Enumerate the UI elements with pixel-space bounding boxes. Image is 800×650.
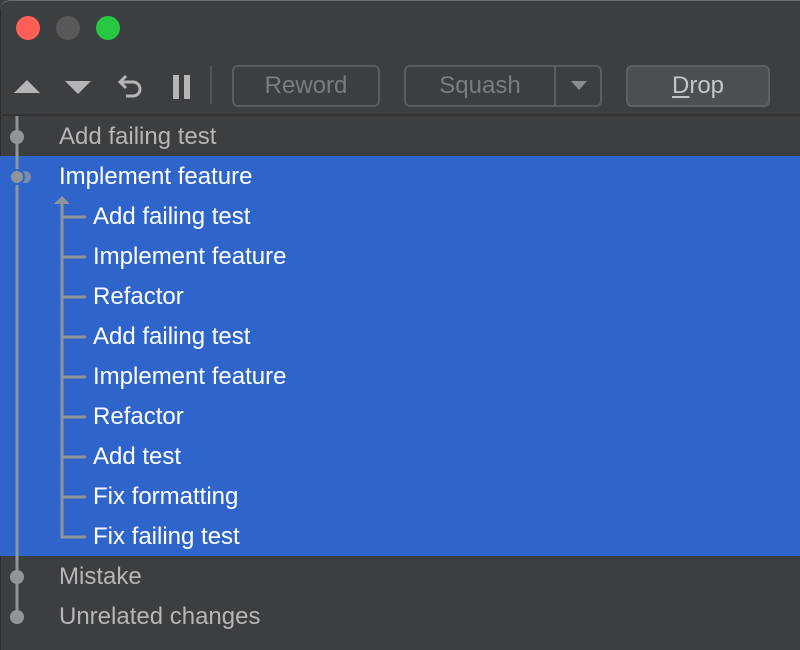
commit-list: Add failing test Implement feature Add f…	[0, 116, 800, 650]
title-bar	[0, 0, 800, 56]
triangle-down-icon	[65, 81, 91, 94]
commit-label: Refactor	[93, 403, 184, 430]
squash-button[interactable]: Squash	[404, 65, 602, 107]
drop-button[interactable]: Drop	[626, 65, 770, 107]
squashed-commit-row[interactable]: Add failing test	[0, 316, 800, 356]
triangle-up-icon	[14, 80, 40, 93]
squashed-commit-row[interactable]: Add failing test	[0, 196, 800, 236]
move-up-button[interactable]	[12, 72, 42, 102]
maximize-window-button[interactable]	[96, 16, 120, 40]
commit-row[interactable]: Mistake	[0, 556, 800, 596]
close-window-button[interactable]	[16, 16, 40, 40]
squash-label: Squash	[439, 72, 521, 99]
reword-button[interactable]: Reword	[232, 65, 380, 107]
drop-label: rop	[689, 72, 725, 99]
reword-label: Reword	[264, 72, 348, 99]
commit-label: Fix failing test	[93, 523, 240, 550]
commit-label: Implement feature	[93, 363, 287, 390]
commit-label: Add failing test	[93, 203, 251, 230]
squashed-commit-row[interactable]: Add test	[0, 436, 800, 476]
squash-split-divider	[554, 67, 556, 105]
squashed-commit-row[interactable]: Implement feature	[0, 236, 800, 276]
pause-icon	[173, 75, 190, 99]
squashed-commit-row[interactable]: Refactor	[0, 276, 800, 316]
undo-button[interactable]	[116, 72, 146, 102]
toolbar-separator	[210, 66, 212, 104]
minimize-window-button[interactable]	[56, 16, 80, 40]
commit-label: Implement feature	[59, 163, 253, 190]
commit-label: Add test	[93, 443, 182, 470]
commit-row-selected[interactable]: Implement feature	[0, 156, 800, 196]
squashed-commit-row[interactable]: Implement feature	[0, 356, 800, 396]
squashed-commit-row[interactable]: Fix formatting	[0, 476, 800, 516]
commit-label: Add failing test	[93, 323, 251, 350]
squashed-commit-row[interactable]: Fix failing test	[0, 516, 800, 556]
chevron-down-icon[interactable]	[571, 81, 587, 90]
toolbar: Reword Squash Drop	[0, 60, 800, 114]
drop-mnemonic: D	[671, 72, 690, 99]
rebase-dialog-window: Reword Squash Drop Add failing test Impl…	[0, 0, 800, 650]
undo-icon	[117, 74, 142, 98]
commit-label: Fix formatting	[93, 483, 239, 510]
move-down-button[interactable]	[63, 72, 93, 102]
commit-label: Unrelated changes	[59, 603, 261, 630]
commit-label: Mistake	[59, 563, 142, 590]
pause-button[interactable]	[167, 72, 197, 102]
commit-label: Add failing test	[59, 123, 217, 150]
commit-row[interactable]: Unrelated changes	[0, 596, 800, 636]
squashed-commit-row[interactable]: Refactor	[0, 396, 800, 436]
commit-label: Implement feature	[93, 243, 287, 270]
commit-label: Refactor	[93, 283, 184, 310]
commit-row[interactable]: Add failing test	[0, 116, 800, 156]
